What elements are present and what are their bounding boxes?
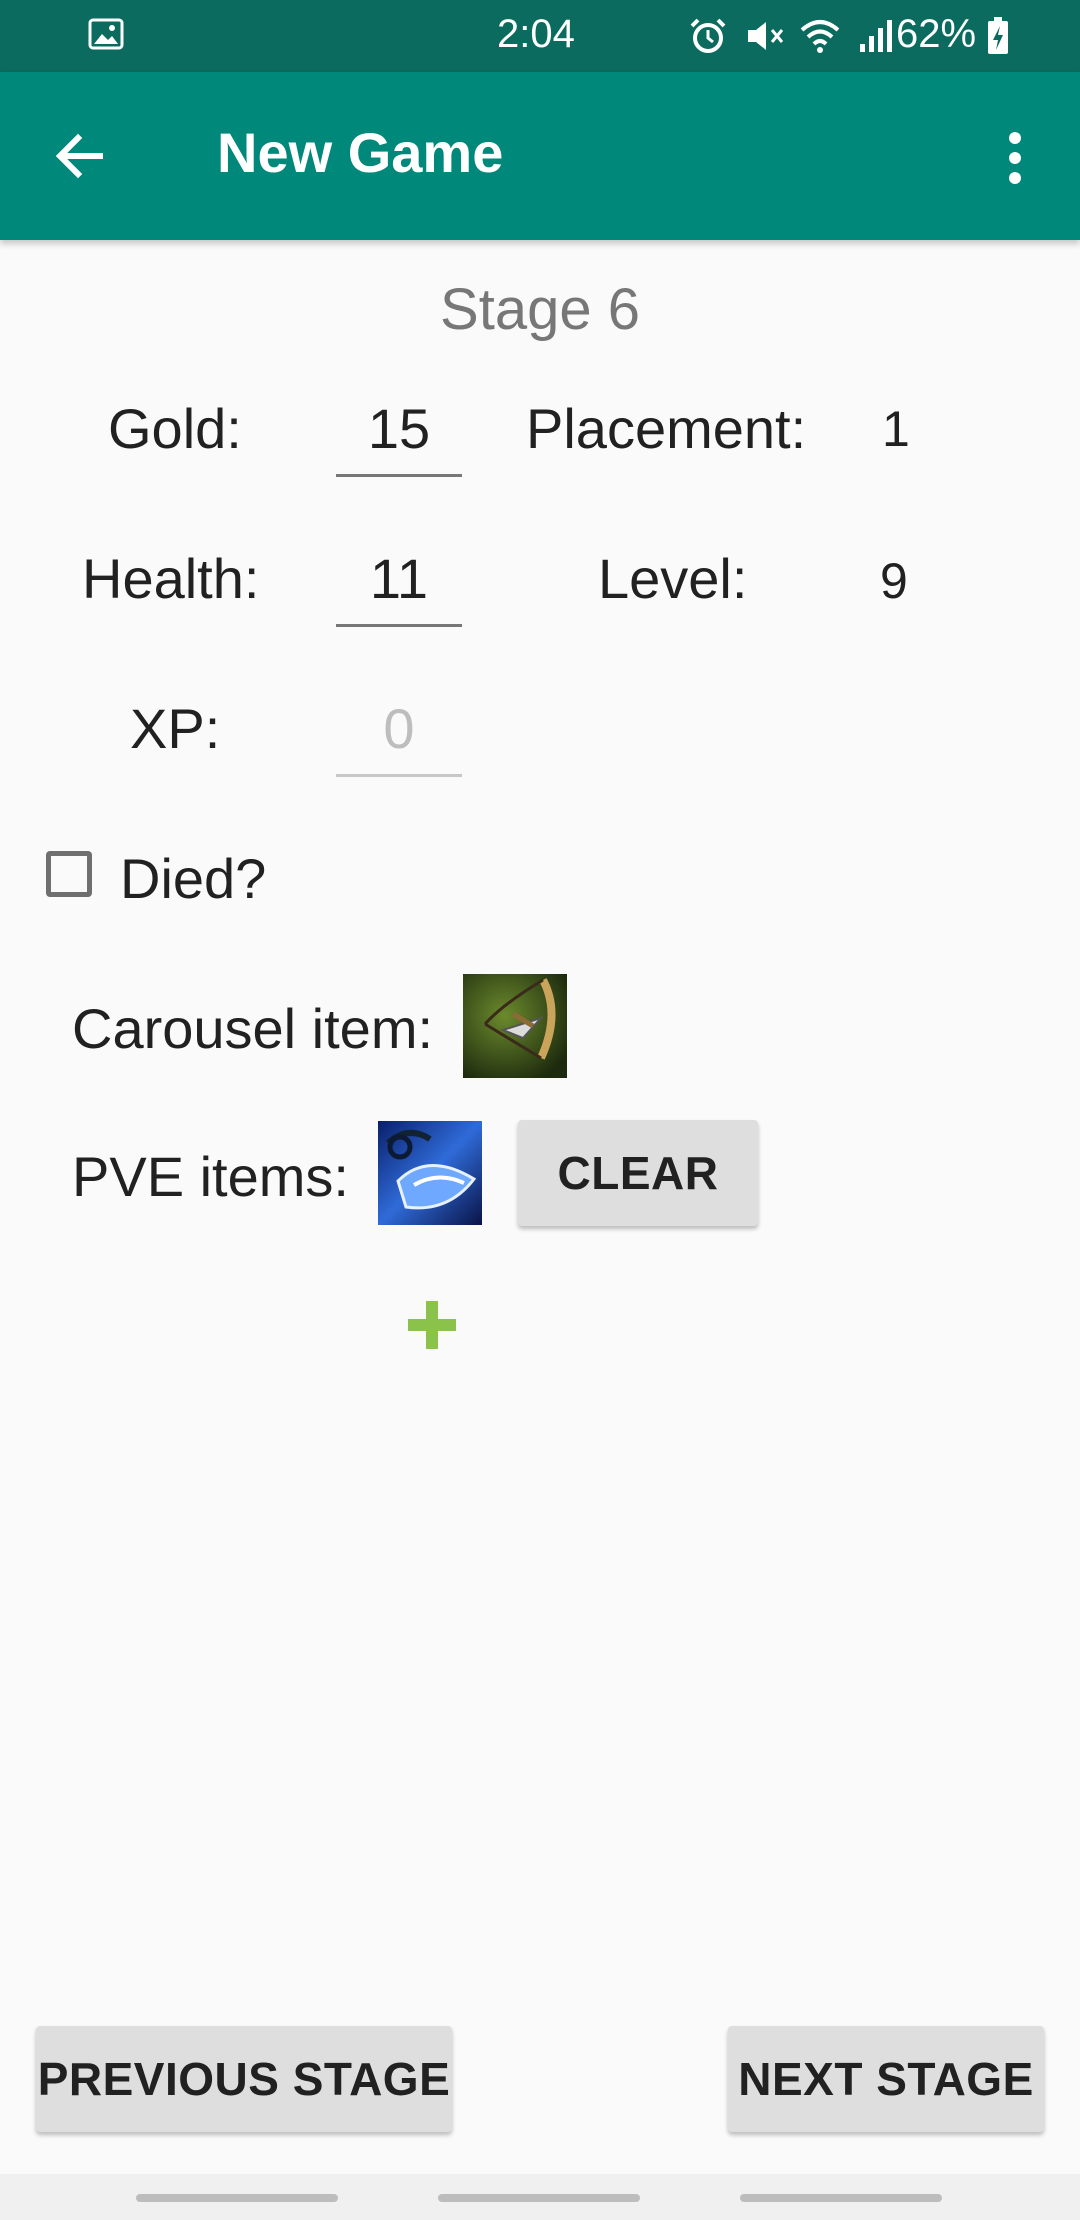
xp-input[interactable]: 0 <box>336 696 462 777</box>
next-stage-button[interactable]: NEXT STAGE <box>728 2026 1044 2132</box>
carousel-item-label: Carousel item: <box>72 997 434 1060</box>
xp-label: XP: <box>130 697 221 760</box>
navigation-bar <box>0 2174 1080 2220</box>
wifi-icon <box>800 20 840 53</box>
page-title: New Game <box>217 121 504 184</box>
plus-icon[interactable] <box>402 1295 462 1355</box>
level-label: Level: <box>598 547 748 610</box>
placement-label: Placement: <box>526 397 807 460</box>
signal-icon <box>860 20 892 52</box>
health-input[interactable]: 11 <box>336 546 462 627</box>
battery-percentage: 62% <box>896 12 977 56</box>
app-bar: New Game <box>0 72 1080 240</box>
status-bar: 2:04 62% <box>0 0 1080 72</box>
alarm-icon <box>690 18 726 53</box>
status-time: 2:04 <box>497 12 575 56</box>
level-value: 9 <box>880 553 908 609</box>
blue-item-icon[interactable] <box>378 1121 482 1225</box>
nav-recent-button[interactable] <box>136 2194 338 2202</box>
placement-value: 1 <box>882 401 910 457</box>
pve-items-label: PVE items: <box>72 1145 349 1208</box>
clear-button[interactable]: CLEAR <box>518 1120 758 1226</box>
stage-title: Stage 6 <box>440 277 640 342</box>
bow-item-icon[interactable] <box>463 974 567 1078</box>
gold-label: Gold: <box>108 397 242 460</box>
died-label: Died? <box>120 847 267 910</box>
nav-back-button[interactable] <box>740 2194 942 2202</box>
gold-input[interactable]: 15 <box>336 396 462 477</box>
died-checkbox[interactable] <box>46 851 92 897</box>
battery-charging-icon <box>988 17 1008 54</box>
mute-icon <box>748 22 784 50</box>
health-label: Health: <box>82 547 260 610</box>
previous-stage-button[interactable]: PREVIOUS STAGE <box>36 2026 452 2132</box>
image-icon <box>88 18 124 50</box>
nav-home-button[interactable] <box>438 2194 640 2202</box>
more-vertical-icon[interactable] <box>990 128 1040 188</box>
arrow-left-icon[interactable] <box>50 126 110 186</box>
